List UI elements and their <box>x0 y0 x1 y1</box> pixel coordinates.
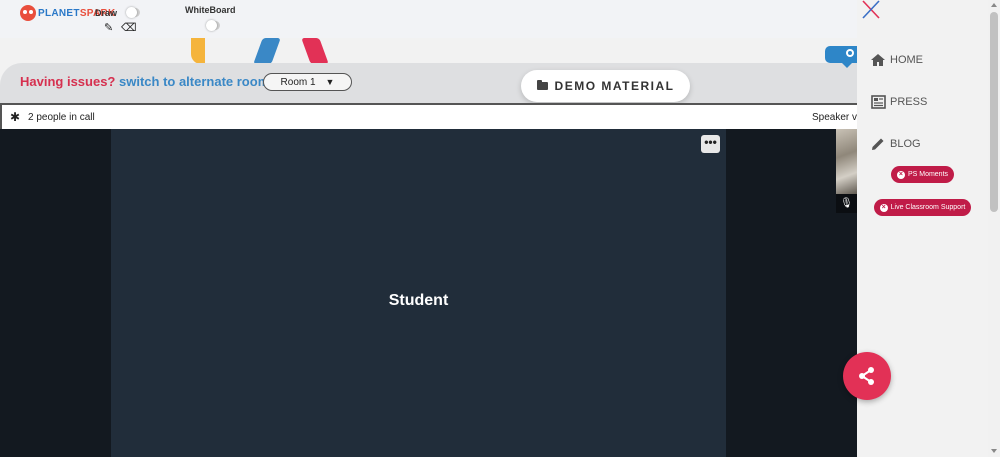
folder-icon <box>536 80 548 90</box>
issues-bar: Having issues? switch to alternate room <box>0 63 857 103</box>
live-classroom-support-button[interactable]: × Live Classroom Support <box>874 199 971 216</box>
newspaper-icon <box>871 95 886 109</box>
eraser-icon[interactable]: ⌫ <box>121 21 137 34</box>
more-options-icon[interactable]: ••• <box>701 135 720 153</box>
participant-tile[interactable]: Student <box>111 129 726 457</box>
scrollbar-thumb[interactable] <box>990 12 998 212</box>
self-view-thumbnail[interactable] <box>836 129 857 194</box>
scroll-up-arrow-icon[interactable] <box>991 3 997 7</box>
issues-question: Having issues? <box>20 74 116 89</box>
nav-home[interactable]: HOME <box>870 52 923 68</box>
live-classroom-support-label: Live Classroom Support <box>890 204 966 211</box>
nav-press[interactable]: PRESS <box>870 94 927 110</box>
search-icon <box>846 49 854 57</box>
gear-icon[interactable]: ✱ <box>10 110 20 124</box>
demo-material-label: DEMO MATERIAL <box>554 79 675 93</box>
nav-blog-label: BLOG <box>890 138 921 150</box>
share-button[interactable] <box>843 352 891 400</box>
close-circle-icon: × <box>879 203 888 212</box>
draw-toggle[interactable] <box>126 7 140 18</box>
participant-name: Student <box>388 292 449 309</box>
nav-home-label: HOME <box>890 54 923 66</box>
call-toolbar: ✱ 2 people in call Speaker view <box>0 103 859 129</box>
microphone-icon[interactable]: 🎙 <box>836 194 857 213</box>
decor-arc-blue <box>253 38 281 64</box>
decor-arc-red <box>301 38 329 64</box>
top-bar: PLANETSPARK Draw ✎ ⌫ WhiteBoard <box>0 0 857 38</box>
speaker-view-toggle[interactable]: Speaker view <box>812 112 859 123</box>
decor-arc-yellow <box>191 38 205 64</box>
demo-material-button[interactable]: DEMO MATERIAL <box>521 70 690 102</box>
switch-room-link[interactable]: switch to alternate room <box>119 74 269 89</box>
nav-blog[interactable]: BLOG <box>870 136 921 152</box>
people-count: 2 people in call <box>28 112 95 123</box>
pencil-icon[interactable]: ✎ <box>104 21 113 34</box>
whiteboard-toggle[interactable] <box>206 20 220 31</box>
room-select-value: Room 1 <box>280 76 316 88</box>
nav-press-label: PRESS <box>890 96 928 108</box>
ps-moments-label: PS Moments <box>907 171 949 178</box>
logo-mascot-icon <box>20 5 36 21</box>
chat-bubble-tab[interactable] <box>825 46 857 68</box>
whiteboard-label: WhiteBoard <box>185 5 236 15</box>
scroll-down-arrow-icon[interactable] <box>991 449 997 453</box>
caret-down-icon: ▼ <box>325 77 335 87</box>
room-select[interactable]: Room 1 ▼ <box>263 73 352 91</box>
pencil-icon <box>872 138 884 150</box>
draw-label: Draw <box>95 8 118 18</box>
home-icon <box>871 54 885 66</box>
close-icon[interactable] <box>861 0 881 19</box>
app-root: PLANETSPARK Draw ✎ ⌫ WhiteBoard Having i… <box>0 0 1000 457</box>
share-icon <box>859 367 874 385</box>
ps-moments-button[interactable]: × PS Moments <box>891 166 954 183</box>
issues-message: Having issues? switch to alternate room <box>20 74 269 89</box>
close-circle-icon: × <box>896 170 905 179</box>
